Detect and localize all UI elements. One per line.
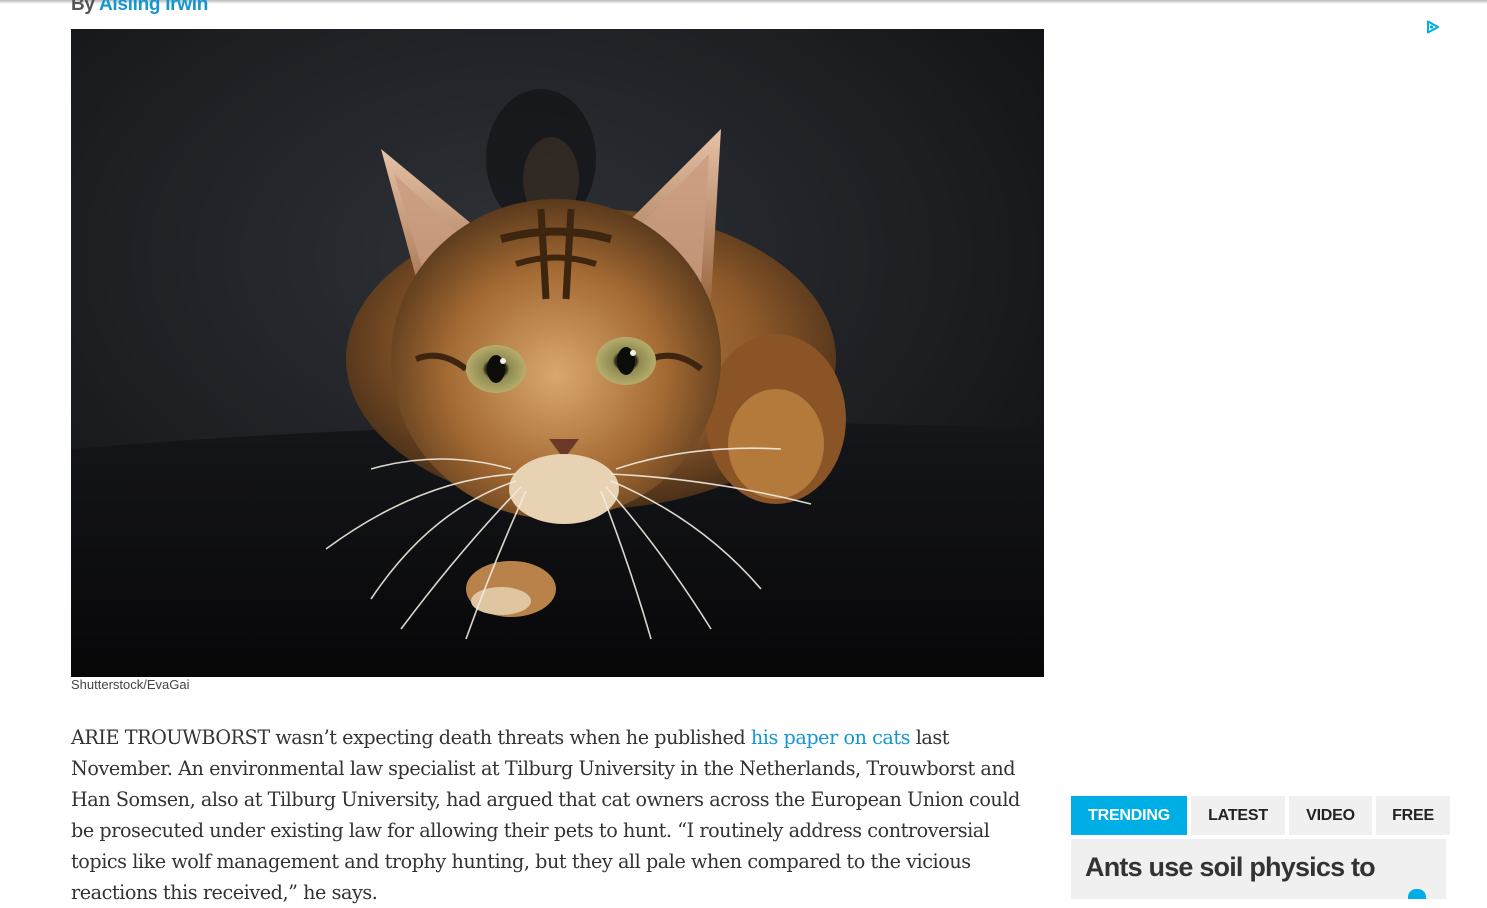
byline: By Aisling Irwin: [71, 0, 208, 16]
tab-free[interactable]: FREE: [1376, 796, 1450, 835]
adchoices-icon[interactable]: [1426, 20, 1440, 34]
image-credit: Shutterstock/EvaGai: [71, 677, 190, 692]
trending-card[interactable]: Ants use soil physics to: [1071, 839, 1446, 899]
cat-photo: [71, 29, 1044, 677]
trending-accent-shape: [1408, 889, 1426, 899]
top-bar-shadow: [0, 0, 1487, 4]
paragraph-text-rest: last November. An environmental law spec…: [71, 726, 1020, 904]
sidebar-tabs: TRENDING LATEST VIDEO FREE: [1071, 796, 1450, 835]
author-link[interactable]: Aisling Irwin: [99, 0, 208, 15]
tab-trending[interactable]: TRENDING: [1071, 796, 1187, 835]
tab-video[interactable]: VIDEO: [1289, 796, 1372, 835]
paragraph-text-start: ARIE TROUWBORST wasn’t expecting death t…: [71, 726, 746, 749]
byline-prefix: By: [71, 0, 95, 15]
hero-image: [71, 29, 1044, 677]
article-paragraph: ARIE TROUWBORST wasn’t expecting death t…: [71, 722, 1036, 908]
tab-latest[interactable]: LATEST: [1191, 796, 1285, 835]
paper-link[interactable]: his paper on cats: [751, 726, 911, 749]
trending-headline[interactable]: Ants use soil physics to: [1085, 850, 1425, 884]
